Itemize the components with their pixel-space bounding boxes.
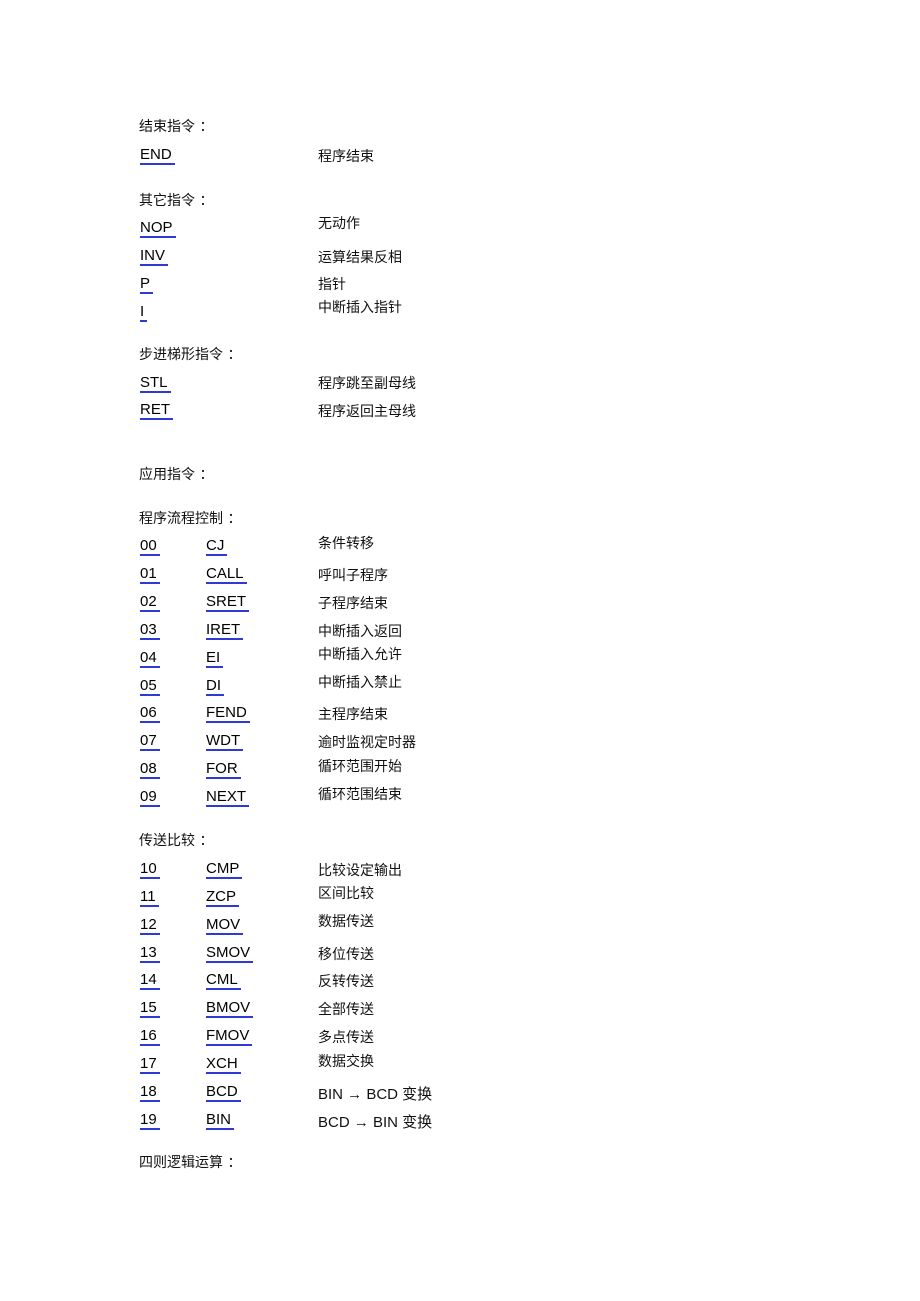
instruction-desc: 中断插入返回: [318, 624, 402, 640]
instruction-desc: 移位传送: [318, 947, 374, 963]
instruction-link-di[interactable]: DI: [206, 677, 224, 696]
instruction-link-nop[interactable]: NOP: [140, 219, 176, 238]
instruction-number-link[interactable]: 17: [140, 1055, 160, 1074]
instruction-desc: 运算结果反相: [318, 250, 402, 266]
instruction-desc: 逾时监视定时器: [318, 735, 416, 751]
instruction-number-link[interactable]: 03: [140, 621, 160, 640]
instruction-desc: 中断插入指针: [318, 300, 402, 316]
instruction-link-smov[interactable]: SMOV: [206, 944, 254, 963]
instruction-number-link[interactable]: 10: [140, 860, 160, 879]
instruction-link-iret[interactable]: IRET: [206, 621, 244, 640]
instruction-link-for[interactable]: FOR: [206, 760, 241, 779]
instruction-number-link[interactable]: 13: [140, 944, 160, 963]
instruction-number-link[interactable]: 08: [140, 760, 160, 779]
section-heading-flow: 程序流程控制 ：: [139, 511, 242, 527]
instruction-desc: 中断插入禁止: [318, 675, 402, 691]
instruction-number-link[interactable]: 05: [140, 677, 160, 696]
section-heading-other: 其它指令 ：: [139, 193, 214, 209]
instruction-desc: BIN → BCD 变换: [318, 1086, 433, 1103]
instruction-desc: 中断插入允许: [318, 647, 402, 663]
instruction-desc: 程序结束: [318, 149, 374, 165]
instruction-desc: 主程序结束: [318, 707, 388, 723]
instruction-link-stl[interactable]: STL: [140, 374, 171, 393]
instruction-desc: 区间比较: [318, 886, 374, 902]
section-heading-applied: 应用指令 ：: [139, 467, 214, 483]
instruction-desc: 多点传送: [318, 1030, 374, 1046]
instruction-link-wdt[interactable]: WDT: [206, 732, 244, 751]
instruction-desc: 条件转移: [318, 536, 374, 552]
instruction-desc: 全部传送: [318, 1002, 374, 1018]
instruction-link-p[interactable]: P: [140, 275, 154, 294]
instruction-number-link[interactable]: 11: [140, 888, 159, 907]
instruction-link-ei[interactable]: EI: [206, 649, 224, 668]
instruction-desc: 比较设定输出: [318, 863, 402, 879]
instruction-number-link[interactable]: 18: [140, 1083, 160, 1102]
instruction-desc: BCD → BIN 变换: [318, 1114, 433, 1131]
instruction-desc: 指针: [318, 277, 346, 293]
instruction-link-inv[interactable]: INV: [140, 247, 169, 266]
instruction-number-link[interactable]: 06: [140, 704, 160, 723]
instruction-desc: 程序跳至副母线: [318, 376, 416, 392]
instruction-link-mov[interactable]: MOV: [206, 916, 244, 935]
section-heading-transfer: 传送比较 ：: [139, 833, 214, 849]
instruction-desc: 循环范围结束: [318, 787, 402, 803]
instruction-link-xch[interactable]: XCH: [206, 1055, 241, 1074]
instruction-number-link[interactable]: 09: [140, 788, 160, 807]
instruction-link-bcd[interactable]: BCD: [206, 1083, 241, 1102]
instruction-number-link[interactable]: 16: [140, 1027, 160, 1046]
instruction-link-cml[interactable]: CML: [206, 971, 241, 990]
instruction-link-next[interactable]: NEXT: [206, 788, 250, 807]
instruction-link-ret[interactable]: RET: [140, 401, 173, 420]
instruction-number-link[interactable]: 14: [140, 971, 160, 990]
instruction-desc: 呼叫子程序: [318, 568, 388, 584]
instruction-desc: 数据交换: [318, 1054, 374, 1070]
section-heading-step: 步进梯形指令 ：: [139, 347, 242, 363]
instruction-link-zcp[interactable]: ZCP: [206, 888, 239, 907]
instruction-desc: 循环范围开始: [318, 759, 402, 775]
instruction-desc: 反转传送: [318, 974, 374, 990]
instruction-link-fmov[interactable]: FMOV: [206, 1027, 253, 1046]
instruction-link-sret[interactable]: SRET: [206, 593, 250, 612]
instruction-number-link[interactable]: 12: [140, 916, 160, 935]
instruction-number-link[interactable]: 00: [140, 537, 160, 556]
section-heading-end: 结束指令 ：: [139, 119, 214, 135]
instruction-desc: 无动作: [318, 216, 360, 232]
instruction-link-cmp[interactable]: CMP: [206, 860, 243, 879]
instruction-desc: 程序返回主母线: [318, 404, 416, 420]
instruction-link-cj[interactable]: CJ: [206, 537, 228, 556]
section-heading-arith: 四则逻辑运算 ：: [139, 1155, 242, 1171]
instruction-desc: 子程序结束: [318, 596, 388, 612]
instruction-number-link[interactable]: 07: [140, 732, 160, 751]
instruction-number-link[interactable]: 02: [140, 593, 160, 612]
instruction-number-link[interactable]: 15: [140, 999, 160, 1018]
instruction-number-link[interactable]: 19: [140, 1111, 160, 1130]
instruction-link-bmov[interactable]: BMOV: [206, 999, 254, 1018]
instruction-number-link[interactable]: 04: [140, 649, 160, 668]
instruction-link-bin[interactable]: BIN: [206, 1111, 235, 1130]
instruction-link-call[interactable]: CALL: [206, 565, 247, 584]
instruction-desc: 数据传送: [318, 914, 374, 930]
instruction-link-fend[interactable]: FEND: [206, 704, 250, 723]
instruction-link-i[interactable]: I: [140, 303, 148, 322]
instruction-link-end[interactable]: END: [140, 146, 175, 165]
instruction-number-link[interactable]: 01: [140, 565, 160, 584]
